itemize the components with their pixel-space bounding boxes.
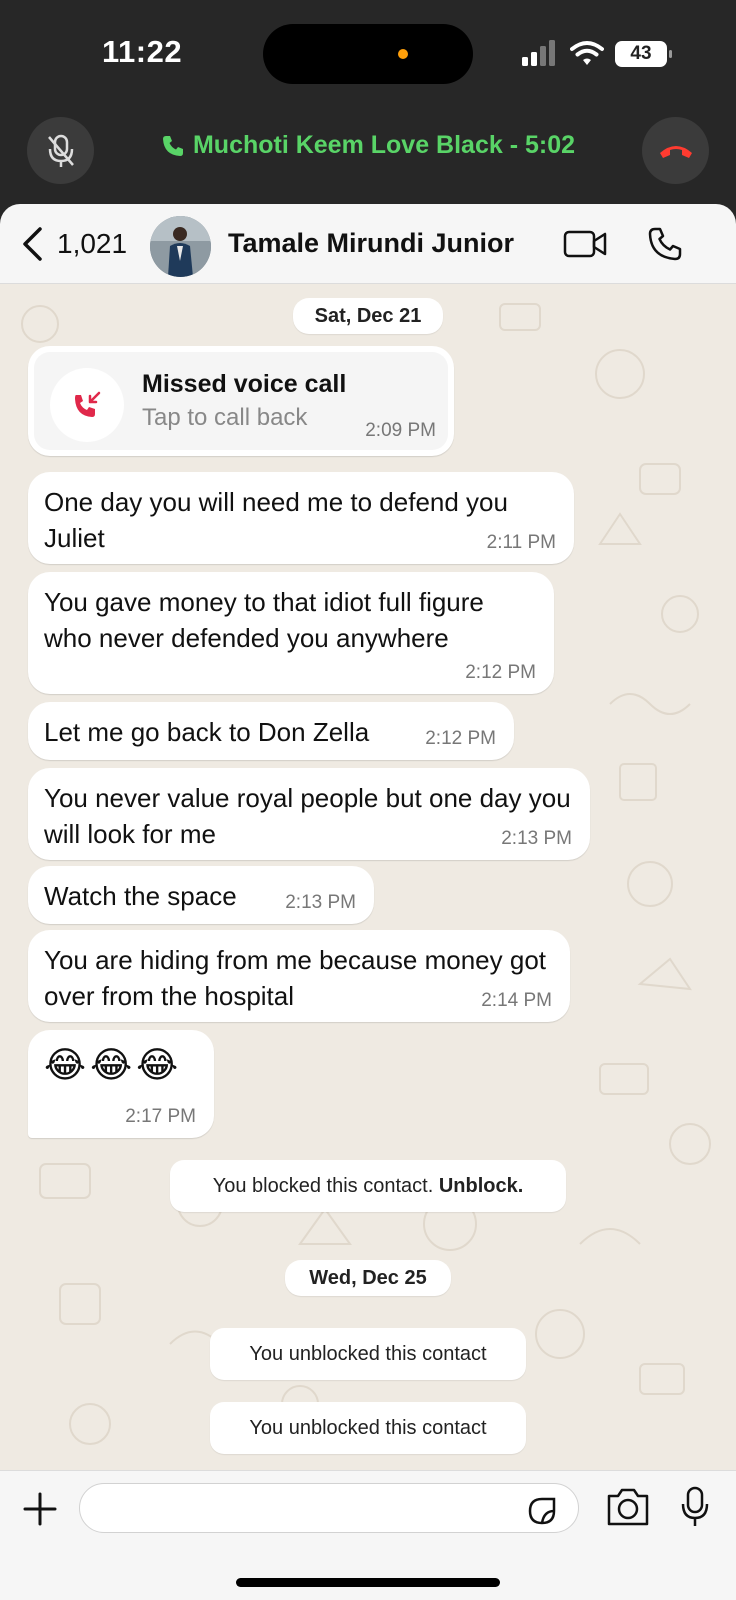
active-call-label[interactable]: Muchoti Keem Love Black - 5:02	[0, 131, 736, 160]
message-time: 2:14 PM	[481, 990, 552, 1011]
call-status-text: Muchoti Keem Love Black - 5:02	[192, 131, 576, 159]
message-bubble[interactable]: Watch the space 2:13 PM	[28, 866, 374, 924]
camera-icon[interactable]	[605, 1486, 651, 1528]
message-text: You gave money to that idiot full figure…	[44, 587, 484, 653]
home-indicator[interactable]	[236, 1578, 500, 1587]
date-separator: Wed, Dec 25	[285, 1260, 451, 1296]
status-time: 11:22	[102, 34, 183, 69]
message-bubble[interactable]: You gave money to that idiot full figure…	[28, 572, 554, 694]
message-time: 2:11 PM	[486, 532, 556, 553]
call-header-area: 11:22 43 Muchoti Keem Love Black - 5:02	[0, 0, 736, 230]
missed-call-title: Missed voice call	[142, 370, 347, 398]
missed-call-card[interactable]: Missed voice call Tap to call back 2:09 …	[34, 352, 448, 450]
battery-indicator: 43	[615, 41, 672, 67]
mic-indicator-dot	[398, 49, 408, 59]
unblock-link[interactable]: Unblock.	[439, 1175, 523, 1197]
message-time: 2:12 PM	[465, 662, 536, 683]
message-text: One day you will need me to defend you J…	[44, 487, 508, 553]
message-time: 2:13 PM	[285, 892, 356, 913]
missed-call-icon-wrap	[50, 368, 124, 442]
microphone-icon[interactable]	[680, 1486, 710, 1528]
message-text: Let me go back to Don Zella	[44, 717, 370, 747]
cellular-signal-icon	[522, 40, 555, 66]
contact-avatar[interactable]	[150, 216, 211, 277]
blocked-notice[interactable]: You blocked this contact. Unblock.	[170, 1160, 566, 1212]
missed-call-subtitle[interactable]: Tap to call back	[142, 404, 307, 432]
message-time: 2:09 PM	[365, 420, 436, 441]
avatar-photo	[150, 216, 211, 277]
emoji-message: 😂😂😂	[44, 1044, 183, 1085]
back-chevron-icon[interactable]	[20, 226, 44, 262]
message-input[interactable]	[79, 1483, 579, 1533]
message-bubble[interactable]: You never value royal people but one day…	[28, 768, 590, 860]
plus-icon[interactable]	[22, 1491, 58, 1527]
message-time: 2:17 PM	[125, 1106, 196, 1127]
hang-up-icon	[659, 145, 692, 158]
message-time: 2:13 PM	[501, 828, 572, 849]
blocked-notice-text: You blocked this contact.	[212, 1175, 439, 1197]
voice-call-icon[interactable]	[647, 226, 683, 262]
message-text: You never value royal people but one day…	[44, 783, 571, 849]
message-bubble[interactable]: 😂😂😂 2:17 PM	[28, 1030, 214, 1138]
message-bubble[interactable]: One day you will need me to defend you J…	[28, 472, 574, 564]
end-call-button[interactable]	[642, 117, 709, 184]
message-time: 2:12 PM	[425, 728, 496, 749]
missed-call-bubble[interactable]: Missed voice call Tap to call back 2:09 …	[28, 346, 454, 456]
wifi-icon	[570, 41, 604, 65]
message-bubble[interactable]: You are hiding from me because money got…	[28, 930, 570, 1022]
message-bubble[interactable]: Let me go back to Don Zella 2:12 PM	[28, 702, 514, 760]
chat-area[interactable]: Sat, Dec 21 Missed voice call Tap to cal…	[0, 284, 736, 1470]
contact-name[interactable]: Tamale Mirundi Junior	[228, 228, 514, 259]
missed-call-icon	[75, 391, 101, 417]
message-text: You are hiding from me because money got…	[44, 945, 547, 1011]
unread-count[interactable]: 1,021	[57, 228, 127, 260]
video-call-icon[interactable]	[563, 229, 607, 259]
sticker-icon[interactable]	[526, 1495, 558, 1527]
message-text: Watch the space	[44, 881, 237, 911]
system-notice: You unblocked this contact	[210, 1402, 526, 1454]
system-notice: You unblocked this contact	[210, 1328, 526, 1380]
chat-header: 1,021 Tamale Mirundi Junior	[0, 204, 736, 284]
dynamic-island	[263, 24, 473, 84]
date-separator: Sat, Dec 21	[293, 298, 443, 334]
phone-icon	[162, 135, 183, 156]
